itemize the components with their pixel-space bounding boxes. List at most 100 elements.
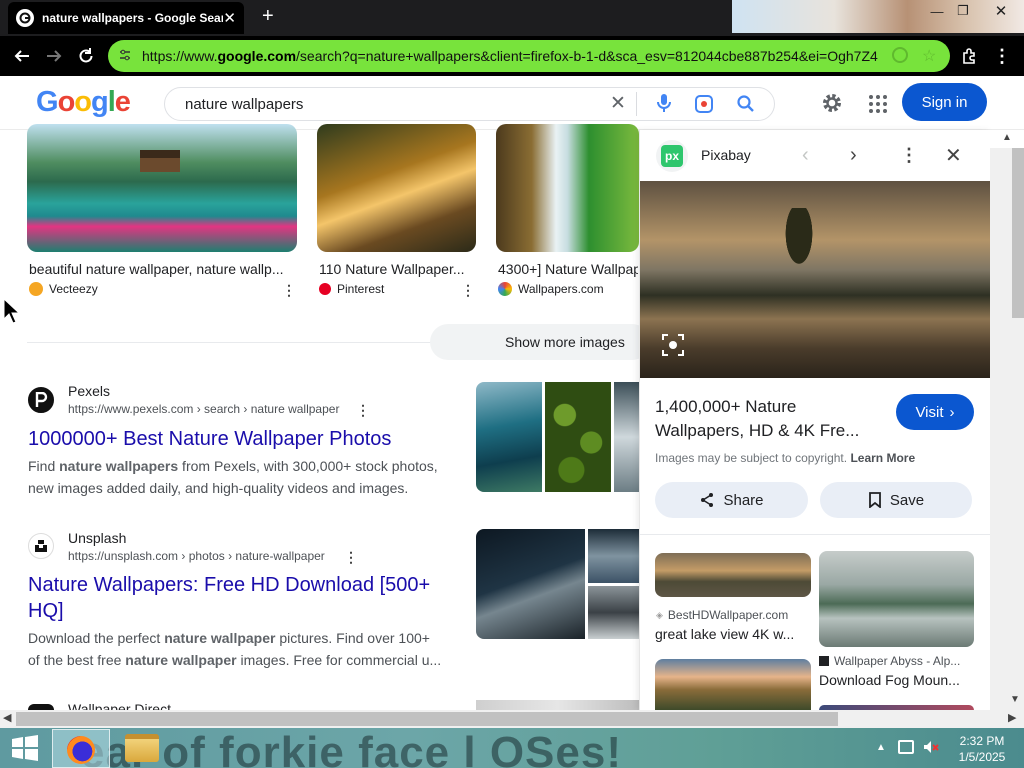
image-caption[interactable]: beautiful nature wallpaper, nature wallp…	[29, 261, 291, 277]
logo-letter: e	[114, 86, 131, 118]
extensions-icon[interactable]	[958, 44, 982, 68]
close-panel-icon[interactable]: ✕	[945, 143, 962, 168]
copyright-text: Images may be subject to copyright.	[655, 451, 848, 465]
settings-gear-icon[interactable]	[820, 91, 844, 120]
result-title-link[interactable]: 1000000+ Best Nature Wallpaper Photos	[28, 426, 391, 452]
image-result-thumbnail[interactable]	[317, 124, 476, 252]
result-site-name[interactable]: Wallpaper Direct	[68, 701, 171, 710]
address-bar[interactable]: https://www. google.com/search?q=nature+w…	[108, 40, 950, 72]
search-icon[interactable]	[736, 94, 756, 119]
vecteezy-logo-icon	[29, 282, 43, 296]
panel-more-icon[interactable]: ⋮	[900, 145, 918, 166]
image-caption[interactable]: 110 Nature Wallpaper...	[319, 261, 475, 277]
next-image-icon[interactable]: ›	[850, 144, 857, 167]
search-input[interactable]: nature wallpapers	[164, 87, 775, 121]
horizontal-scroll-thumb[interactable]	[16, 712, 838, 726]
result-more-icon[interactable]: ⋮	[356, 402, 370, 419]
browser-menu-icon[interactable]: ⋮	[990, 44, 1014, 68]
close-window-button[interactable]: ✕	[986, 0, 1016, 22]
result-image-thumbnail[interactable]	[476, 382, 542, 492]
result-more-icon[interactable]: ⋮	[344, 549, 358, 566]
related-image-source[interactable]: Wallpaper Abyss - Alp...	[819, 654, 960, 668]
save-button[interactable]: Save	[820, 482, 972, 518]
related-image-thumbnail[interactable]	[655, 659, 811, 710]
related-image-caption[interactable]: Download Fog Moun...	[819, 672, 960, 688]
share-button[interactable]: Share	[655, 482, 808, 518]
image-result-thumbnail[interactable]	[27, 124, 297, 252]
scroll-left-arrow-icon[interactable]: ◀	[3, 711, 11, 724]
image-source[interactable]: Wallpapers.com	[498, 282, 604, 296]
lens-icon[interactable]	[892, 47, 908, 63]
panel-source-name[interactable]: Pixabay	[701, 147, 751, 163]
file-explorer-icon[interactable]	[125, 734, 159, 762]
image-result-thumbnail[interactable]	[496, 124, 639, 252]
panel-title[interactable]: 1,400,000+ Nature	[655, 395, 796, 419]
snippet-text: from Pexels, with 300,000+ stock photos,	[178, 458, 438, 474]
sign-in-button[interactable]: Sign in	[902, 83, 987, 121]
new-tab-button[interactable]: +	[262, 5, 274, 28]
image-source[interactable]: Pinterest	[319, 282, 384, 296]
learn-more-link[interactable]: Learn More	[850, 451, 915, 465]
scroll-up-arrow-icon[interactable]: ▲	[990, 130, 1024, 148]
maximize-button[interactable]: ❐	[948, 0, 978, 22]
visit-button[interactable]: Visit ›	[896, 394, 974, 430]
show-more-images-button[interactable]: Show more images	[430, 324, 650, 360]
logo-letter: l	[107, 86, 116, 118]
scroll-down-arrow-icon[interactable]: ▼	[1010, 694, 1020, 705]
result-site-name[interactable]: Unsplash	[68, 530, 126, 546]
clear-search-icon[interactable]: ✕	[610, 92, 626, 115]
result-url[interactable]: https://unsplash.com › photos › nature-w…	[68, 549, 325, 563]
volume-muted-icon[interactable]	[922, 738, 940, 761]
google-favicon	[16, 9, 34, 27]
result-image-thumbnail[interactable]	[588, 586, 639, 639]
network-icon[interactable]	[898, 740, 914, 754]
result-site-name[interactable]: Pexels	[68, 383, 110, 399]
result-image-thumbnail[interactable]	[476, 529, 585, 639]
image-caption[interactable]: 4300+] Nature Wallpap	[498, 261, 638, 277]
search-query: nature wallpapers	[185, 95, 304, 113]
result-image-thumbnail[interactable]	[614, 382, 639, 492]
windows-start-icon[interactable]	[10, 734, 40, 767]
result-snippet: new images added daily, and high-quality…	[28, 480, 409, 496]
related-image-thumbnail[interactable]	[655, 553, 811, 597]
related-image-caption[interactable]: great lake view 4K w...	[655, 626, 794, 642]
result-url[interactable]: https://www.pexels.com › search › nature…	[68, 402, 339, 416]
tab-strip-background-art	[732, 0, 1024, 33]
snippet-text: pictures. Find over 100+	[275, 630, 430, 646]
taskbar-wallpaper-text: ear of forkie face l OSes!	[80, 728, 622, 768]
result-image-thumbnail[interactable]	[476, 700, 639, 710]
system-clock[interactable]: 2:32 PM 1/5/2025	[952, 733, 1012, 765]
panel-title[interactable]: Wallpapers, HD & 4K Fre...	[655, 419, 859, 443]
result-title-link[interactable]: Nature Wallpapers: Free HD Download [500…	[28, 572, 430, 598]
google-logo[interactable]: Google	[36, 86, 131, 119]
visual-search-icon[interactable]	[660, 332, 686, 358]
previous-image-icon[interactable]: ‹	[802, 144, 809, 167]
vertical-scroll-thumb[interactable]	[1012, 148, 1024, 318]
result-title-link[interactable]: HQ]	[28, 598, 64, 624]
back-arrow-icon[interactable]	[10, 44, 34, 68]
browser-tab-active[interactable]: nature wallpapers - Google Search ✕	[8, 2, 244, 34]
scroll-right-arrow-icon[interactable]: ▶	[1008, 711, 1016, 724]
forward-arrow-icon[interactable]	[42, 44, 66, 68]
taskbar-firefox-button[interactable]	[52, 729, 110, 768]
more-options-icon[interactable]: ⋮	[282, 282, 296, 299]
mouse-cursor-icon	[3, 297, 21, 329]
related-image-source[interactable]: ◈ BestHDWallpaper.com	[656, 608, 788, 622]
result-image-thumbnail[interactable]	[545, 382, 611, 492]
image-source[interactable]: Vecteezy	[29, 282, 98, 296]
google-apps-icon[interactable]	[868, 94, 888, 119]
image-search-lens-icon[interactable]	[694, 94, 714, 119]
close-tab-icon[interactable]: ✕	[223, 9, 236, 27]
related-image-thumbnail[interactable]	[819, 551, 974, 647]
voice-search-icon[interactable]	[656, 93, 672, 118]
result-image-thumbnail[interactable]	[588, 529, 639, 583]
snippet-text: Download the perfect	[28, 630, 165, 646]
site-info-icon[interactable]	[118, 48, 132, 62]
show-hidden-icons-icon[interactable]: ▲	[876, 742, 886, 753]
more-options-icon[interactable]: ⋮	[461, 282, 475, 299]
source-favicon	[819, 656, 829, 666]
bookmark-star-icon[interactable]: ☆	[922, 46, 936, 66]
snippet-text: Find	[28, 458, 60, 474]
reload-icon[interactable]	[74, 44, 98, 68]
show-more-label: Show more images	[505, 334, 625, 350]
